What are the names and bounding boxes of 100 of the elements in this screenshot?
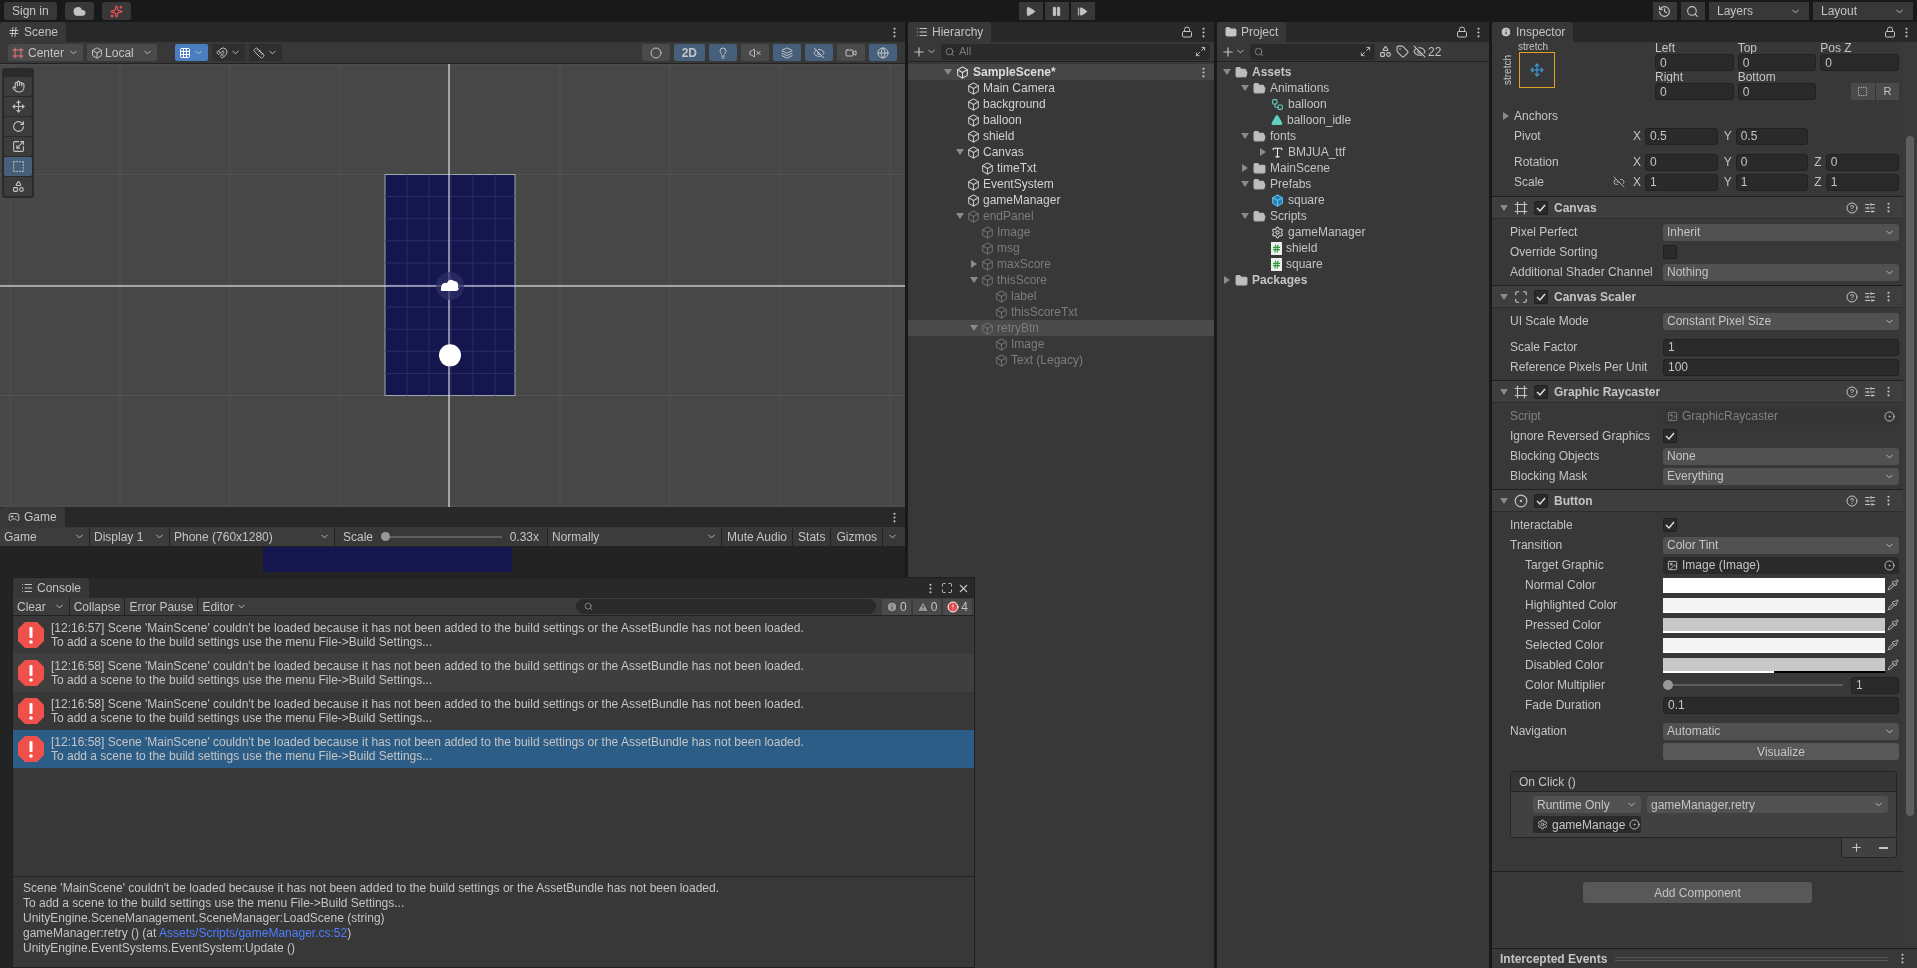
history-button[interactable] xyxy=(1653,2,1677,20)
project-row[interactable]: balloon_idle xyxy=(1217,112,1489,128)
log-entry[interactable] xyxy=(13,730,974,768)
collapse-arrow-icon[interactable] xyxy=(1223,68,1231,76)
project-search-field[interactable] xyxy=(1250,43,1375,60)
component-header[interactable]: Canvas xyxy=(1492,197,1903,219)
view-dropdown[interactable]: Game xyxy=(0,527,90,546)
dropdown[interactable]: Inherit xyxy=(1663,223,1899,241)
color-swatch[interactable] xyxy=(1663,637,1885,653)
asset-label[interactable]: Animations xyxy=(1270,79,1330,97)
view-toggle[interactable] xyxy=(773,44,801,61)
text-field[interactable]: 0.1 xyxy=(1663,696,1899,714)
hierarchy-item-label[interactable]: balloon xyxy=(983,111,1022,129)
color-swatch[interactable] xyxy=(1663,597,1885,613)
tool-button[interactable] xyxy=(4,77,32,96)
hierarchy-item-label[interactable]: background xyxy=(983,95,1046,113)
add-component-button[interactable]: Add Component xyxy=(1583,882,1812,903)
create-button[interactable] xyxy=(1221,44,1246,59)
dropdown[interactable]: Color Tint xyxy=(1663,536,1899,554)
hierarchy-row[interactable]: Canvas xyxy=(908,144,1214,160)
collapse-arrow-icon[interactable] xyxy=(1241,180,1249,188)
hierarchy-row[interactable]: Main Camera xyxy=(908,80,1214,96)
sign-in-button[interactable]: Sign in xyxy=(4,2,57,20)
console-tab[interactable]: Console xyxy=(13,578,90,598)
display-dropdown[interactable]: Display 1 xyxy=(90,527,170,546)
tool-button[interactable] xyxy=(4,177,32,196)
create-button[interactable] xyxy=(912,44,937,59)
expand-arrow-icon[interactable] xyxy=(1502,112,1510,120)
collapse-arrow-icon[interactable] xyxy=(1500,496,1508,505)
hierarchy-row[interactable]: background xyxy=(908,96,1214,112)
number-field[interactable]: 1 xyxy=(1645,173,1718,191)
number-field[interactable]: 0 xyxy=(1655,83,1734,100)
hidden-packages-button[interactable]: 22 xyxy=(1413,42,1442,61)
project-row[interactable]: Animations xyxy=(1217,80,1489,96)
project-row[interactable]: MainScene xyxy=(1217,160,1489,176)
cloud-button[interactable] xyxy=(64,2,94,20)
project-row[interactable]: square xyxy=(1217,256,1489,272)
collapse-arrow-icon[interactable] xyxy=(1241,84,1249,92)
step-button[interactable] xyxy=(1070,2,1095,20)
console-toggle-button[interactable]: Error Pause xyxy=(125,597,199,616)
asset-label[interactable]: Scripts xyxy=(1270,207,1307,225)
log-count-toggle[interactable]: 0 xyxy=(881,598,911,615)
collapse-arrow-icon[interactable] xyxy=(944,68,952,76)
number-field[interactable]: 0.5 xyxy=(1645,127,1718,145)
collapse-arrow-icon[interactable] xyxy=(1241,132,1249,140)
game-toolbar-button[interactable]: Gizmos xyxy=(831,527,884,546)
number-field[interactable]: 0 xyxy=(1825,153,1899,171)
asset-label[interactable]: Prefabs xyxy=(1270,175,1312,193)
filter-label-button[interactable] xyxy=(1396,45,1409,58)
play-button[interactable] xyxy=(1018,2,1043,20)
inspector-tab[interactable]: Inspector xyxy=(1492,22,1574,42)
layers-dropdown[interactable]: Layers xyxy=(1709,2,1809,20)
expand-arrow-icon[interactable] xyxy=(1223,276,1231,284)
expand-arrow-icon[interactable] xyxy=(1259,148,1267,156)
pause-button[interactable] xyxy=(1044,2,1069,20)
collab-button[interactable] xyxy=(101,2,131,20)
log-count-toggle[interactable]: 0 xyxy=(912,598,942,615)
collapse-arrow-icon[interactable] xyxy=(970,276,978,284)
game-tab[interactable]: Game xyxy=(0,507,65,527)
asset-label[interactable]: Packages xyxy=(1252,271,1308,289)
project-row[interactable]: square xyxy=(1217,192,1489,208)
project-row[interactable]: Prefabs xyxy=(1217,176,1489,192)
search-button[interactable] xyxy=(1681,2,1705,20)
tool-button[interactable] xyxy=(4,117,32,136)
hierarchy-row[interactable]: shield xyxy=(908,128,1214,144)
runtime-dropdown[interactable]: Runtime Only xyxy=(1533,796,1641,813)
log-entry[interactable] xyxy=(13,654,974,692)
view-toggle[interactable] xyxy=(741,44,769,61)
project-row[interactable]: gameManager xyxy=(1217,224,1489,240)
editor-dropdown[interactable]: Editor xyxy=(198,597,251,616)
console-search-field[interactable] xyxy=(575,599,876,614)
asset-label[interactable]: Assets xyxy=(1252,63,1292,81)
asset-label[interactable]: balloon xyxy=(1288,95,1327,113)
asset-label[interactable]: shield xyxy=(1286,239,1318,257)
hierarchy-row[interactable]: timeTxt xyxy=(908,160,1214,176)
object-field[interactable]: Image (Image) xyxy=(1663,556,1899,574)
component-header[interactable]: Graphic Raycaster xyxy=(1492,381,1903,403)
collapse-arrow-icon[interactable] xyxy=(956,212,964,220)
game-toolbar-button[interactable]: Mute Audio xyxy=(722,527,794,546)
hierarchy-row[interactable]: gameManager xyxy=(908,192,1214,208)
hierarchy-item-label[interactable]: Main Camera xyxy=(983,79,1056,97)
log-count-toggle[interactable]: 4 xyxy=(943,598,972,615)
hierarchy-item-label[interactable]: EventSystem xyxy=(983,175,1054,193)
checkbox[interactable] xyxy=(1534,384,1548,399)
dropdown[interactable]: Constant Pixel Size xyxy=(1663,312,1899,330)
collapse-arrow-icon[interactable] xyxy=(1241,212,1249,220)
number-field[interactable]: 1 xyxy=(1825,173,1899,191)
game-toolbar-button[interactable]: Stats xyxy=(793,527,832,546)
2d-toggle[interactable]: 2D xyxy=(673,44,705,61)
number-field[interactable]: 0.5 xyxy=(1735,127,1809,145)
dropdown[interactable]: Everything xyxy=(1663,467,1899,485)
view-toggle[interactable] xyxy=(805,44,833,61)
number-field[interactable]: 0 xyxy=(1645,153,1718,171)
view-toggle[interactable] xyxy=(709,44,737,61)
pivot-dropdown[interactable]: Center xyxy=(8,44,84,61)
collapse-arrow-icon[interactable] xyxy=(1500,292,1508,301)
expand-arrow-icon[interactable] xyxy=(970,260,978,268)
component-header[interactable]: Button xyxy=(1492,490,1903,512)
color-swatch[interactable] xyxy=(1663,617,1885,633)
checkbox[interactable] xyxy=(1534,493,1548,508)
